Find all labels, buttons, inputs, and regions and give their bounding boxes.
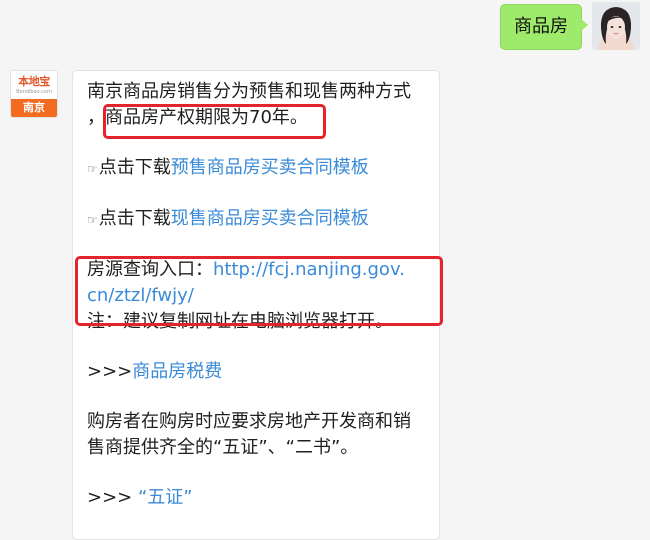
five-cert-line: >>> “五证” [87,485,431,511]
query-url-link-continued[interactable]: cn/ztzl/fwjy/ [87,285,194,306]
five-cert-prefix: >>> [87,487,133,508]
logo-text: 本地宝 [18,74,50,88]
logo-city: 南京 [11,99,57,117]
incoming-message: 本地宝 Bendibao.com 南京 南京商品房销售分为预售和现售两种方式 ，… [10,70,440,540]
property-term-text: 商品房产权期限为70年。 [105,107,308,128]
buyer-line1: 购房者在购房时应要求房地产开发商和销 [87,411,411,432]
query-label: 房源查询入口： [87,259,213,280]
buyer-line2: 售商提供齐全的“五证”、“二书”。 [87,437,359,458]
user-avatar-image [592,2,640,50]
outgoing-bubble[interactable]: 商品房 [500,4,588,50]
intro-paragraph: 南京商品房销售分为预售和现售两种方式 ，商品房产权期限为70年。 [87,79,431,131]
incoming-bubble: 南京商品房销售分为预售和现售两种方式 ，商品房产权期限为70年。 ☞点击下载预售… [72,70,440,540]
outgoing-message: 商品房 [500,2,640,50]
five-cert-link[interactable]: “五证” [138,487,193,508]
download-spot-line: ☞点击下载现售商品房买卖合同模板 [87,206,431,233]
buyer-paragraph: 购房者在购房时应要求房地产开发商和销 售商提供齐全的“五证”、“二书”。 [87,409,431,461]
intro-line2-prefix: ， [87,107,105,128]
tax-link[interactable]: 商品房税费 [132,361,222,382]
spot-contract-link[interactable]: 现售商品房买卖合同模板 [171,208,369,229]
bendibao-avatar[interactable]: 本地宝 Bendibao.com 南京 [10,70,58,118]
tax-prefix: >>> [87,361,133,382]
chat-window: 商品房 本地宝 Bendibao.com 南京 南京商品房销售分为预售和现售两种… [0,0,650,540]
outgoing-text: 商品房 [514,16,568,37]
download-presale-line: ☞点击下载预售商品房买卖合同模板 [87,155,431,182]
download-prefix: 点击下载 [98,157,171,178]
hand-pointing-icon: ☞ [87,162,98,176]
download-prefix: 点击下载 [98,208,171,229]
intro-line1: 南京商品房销售分为预售和现售两种方式 [87,81,411,102]
hand-pointing-icon: ☞ [87,213,98,227]
browser-note: 注：建议复制网址在电脑浏览器打开。 [87,311,393,332]
logo-subtext: Bendibao.com [16,88,52,95]
bendibao-logo: 本地宝 Bendibao.com [11,71,57,99]
query-url-link[interactable]: http://fcj.nanjing.gov. [213,259,405,280]
user-avatar[interactable] [592,2,640,50]
query-paragraph: 房源查询入口：http://fcj.nanjing.gov. cn/ztzl/f… [87,257,431,335]
tax-line: >>>商品房税费 [87,359,431,385]
presale-contract-link[interactable]: 预售商品房买卖合同模板 [171,157,369,178]
